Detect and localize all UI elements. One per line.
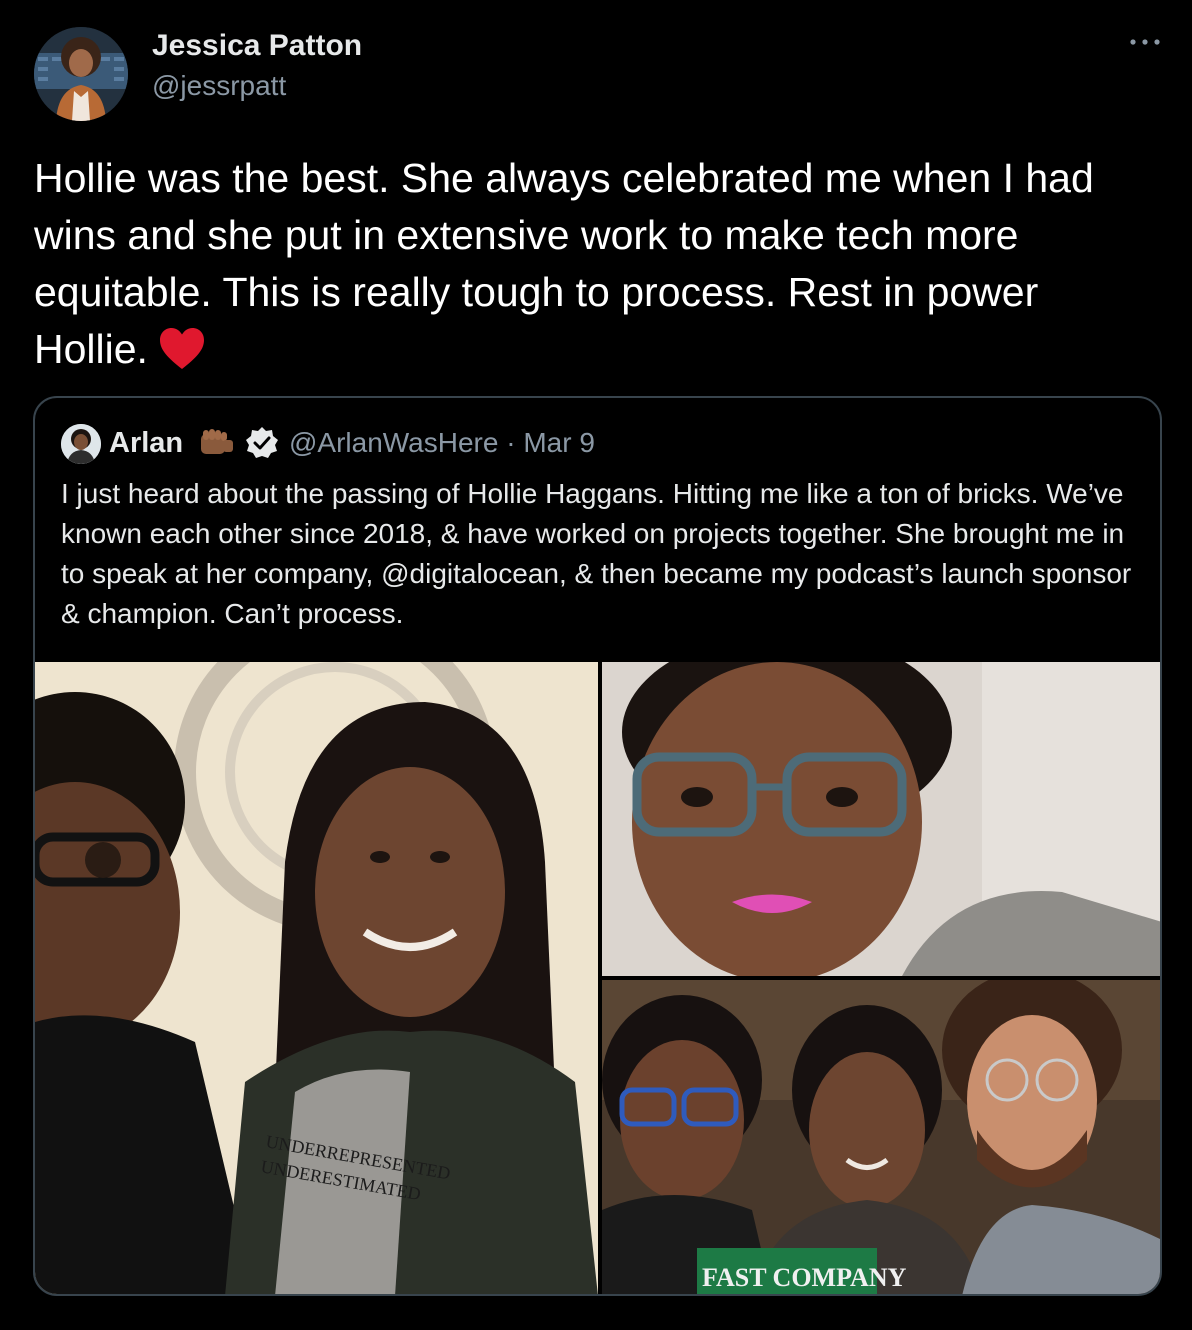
profile-photo-icon xyxy=(34,27,128,121)
three-people-selfie[interactable]: FAST COMPANY xyxy=(602,980,1160,1294)
fist-icon xyxy=(201,429,233,454)
three-people-selfie-image: FAST COMPANY xyxy=(602,980,1160,1294)
woman-glasses-selfie-image xyxy=(602,662,1160,976)
author-name[interactable]: Jessica Patton xyxy=(152,27,362,65)
two-women-photo[interactable]: UNDERREPRESENTED UNDERESTIMATED xyxy=(35,662,598,1294)
quoted-tweet-text: I just heard about the passing of Hollie… xyxy=(61,478,1132,629)
quoted-tweet-card[interactable]: Arlan @ArlanWasHere · Mar 9 I just heard… xyxy=(33,396,1162,1296)
quoted-author-name[interactable]: Arlan xyxy=(109,424,183,462)
woman-glasses-selfie[interactable] xyxy=(602,662,1160,976)
quoted-profile-photo-icon xyxy=(61,424,101,464)
verified-badge-icon xyxy=(246,427,278,458)
quoted-handle-date[interactable]: @ArlanWasHere · Mar 9 xyxy=(289,424,595,462)
author-handle[interactable]: @jessrpatt xyxy=(152,68,286,104)
author-avatar[interactable] xyxy=(34,27,128,121)
heart-icon xyxy=(159,328,204,369)
more-options-icon[interactable] xyxy=(1128,32,1162,52)
quoted-author-avatar[interactable] xyxy=(61,424,101,464)
tweet-text: Hollie was the best. She always celebrat… xyxy=(34,150,1144,378)
two-women-photo-image: UNDERREPRESENTED UNDERESTIMATED xyxy=(35,662,598,1294)
magazine-title: FAST COMPANY xyxy=(702,1263,907,1292)
